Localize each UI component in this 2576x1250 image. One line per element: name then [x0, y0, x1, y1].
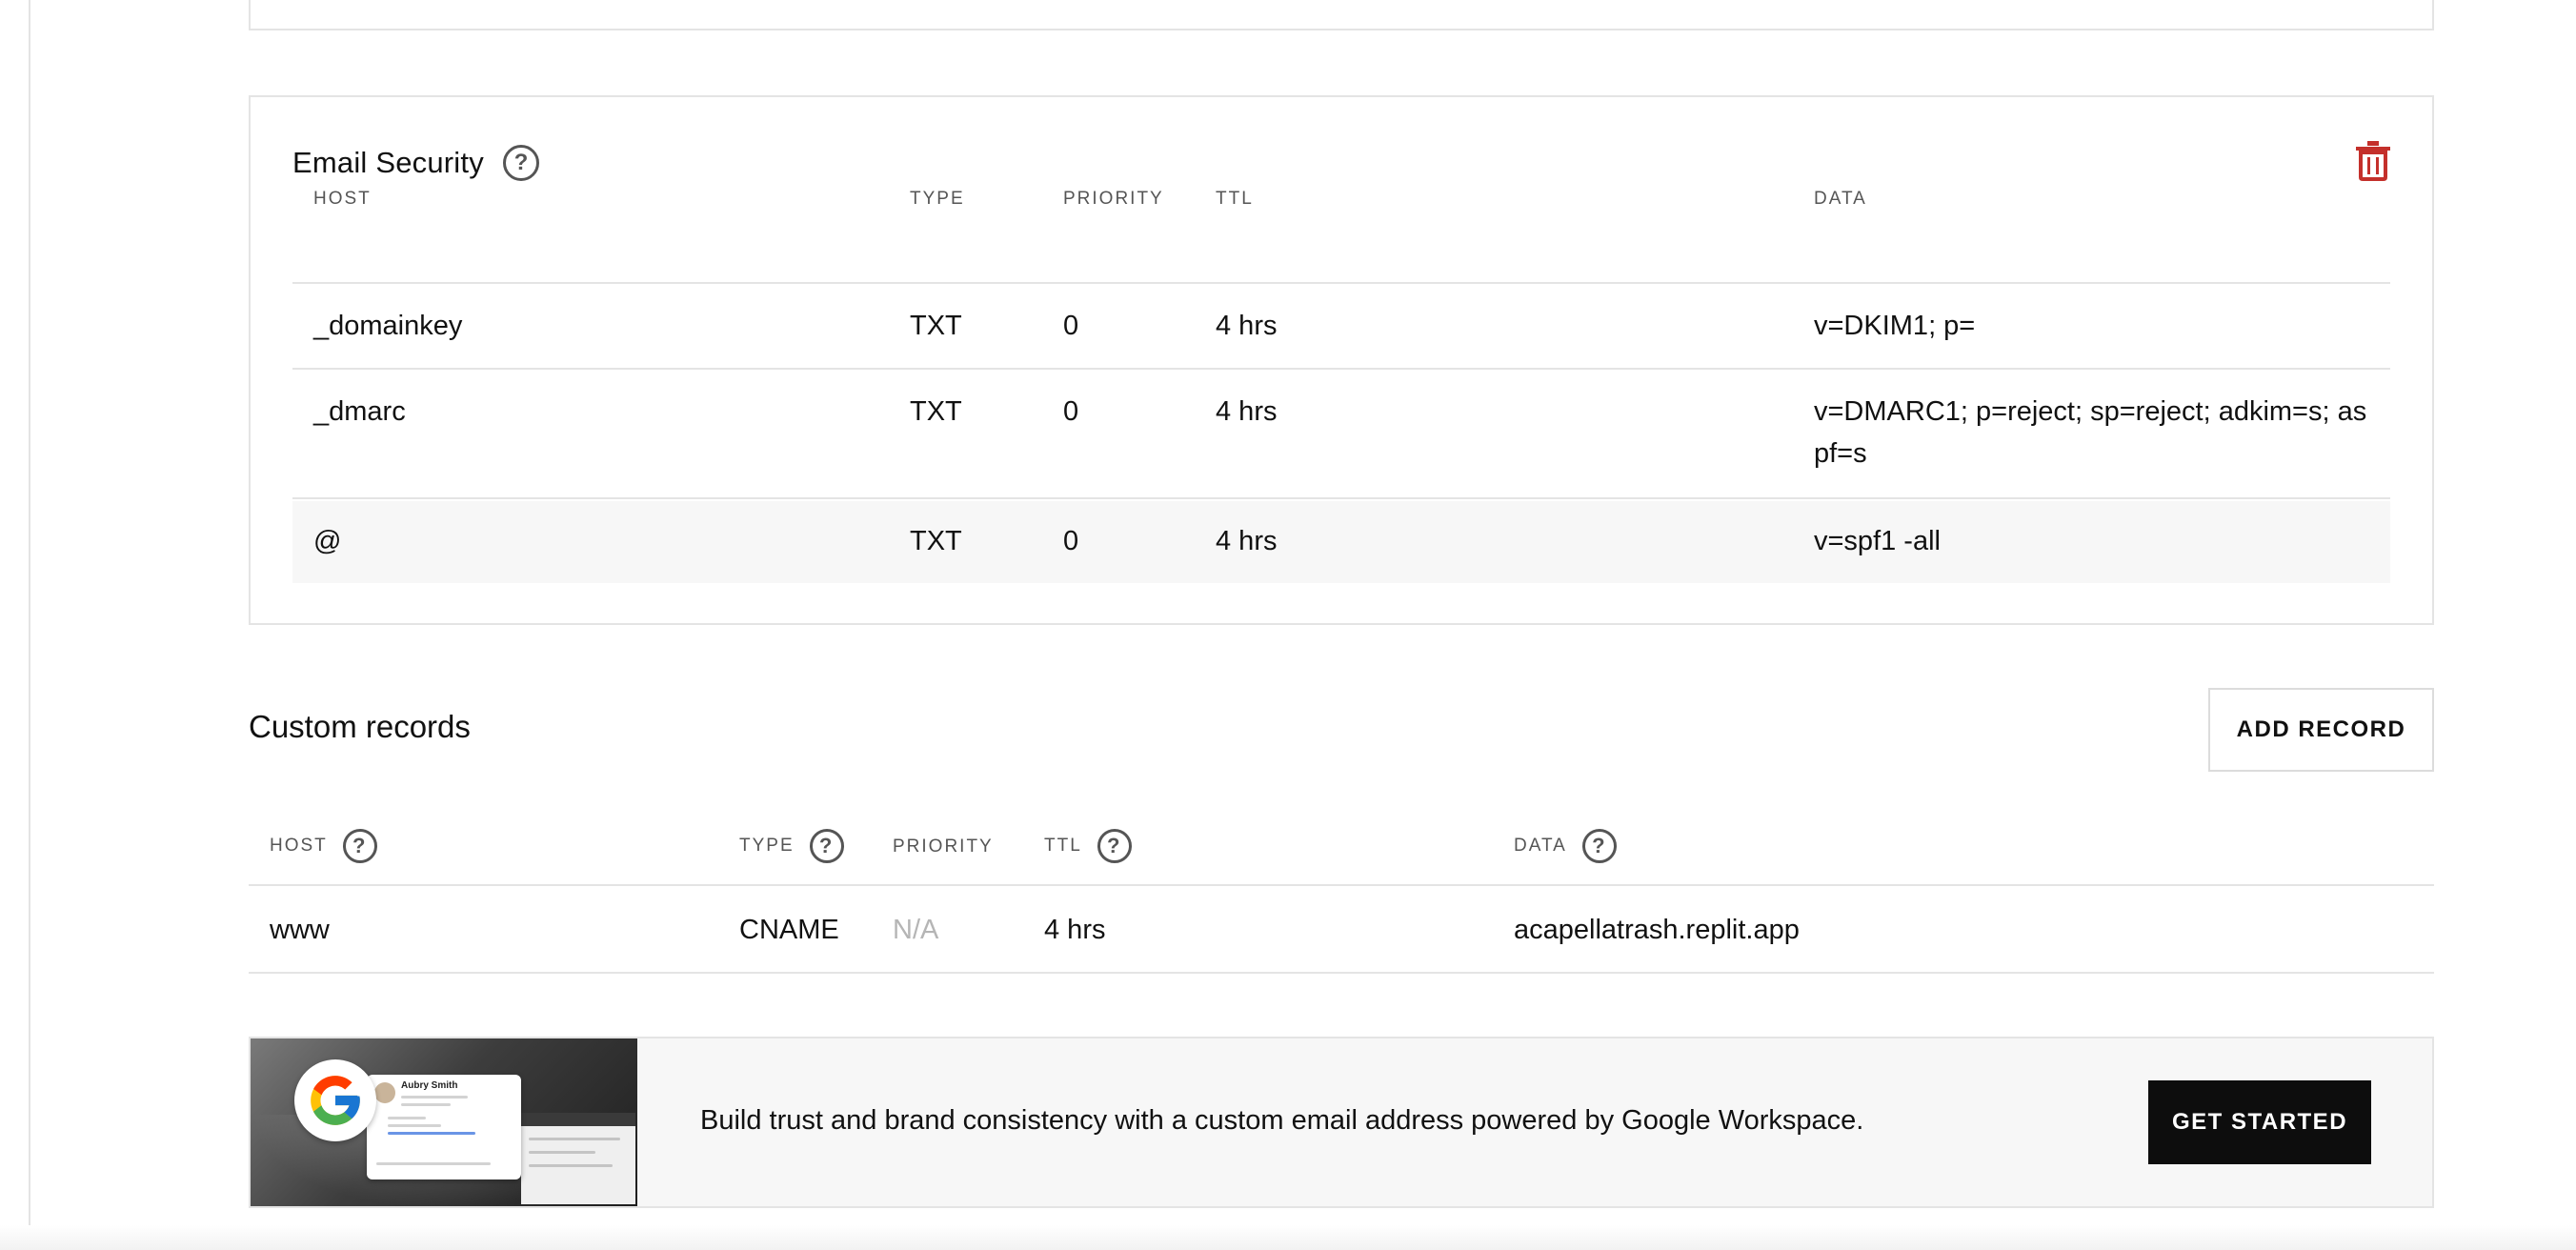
row-data: v=DKIM1; p= — [1814, 311, 1976, 341]
promo-contact-line — [401, 1103, 451, 1106]
google-g-logo — [294, 1059, 376, 1141]
promo-text: Build trust and brand consistency with a… — [700, 1105, 1864, 1136]
column-header-ttl-label: TTL — [1044, 836, 1082, 856]
google-g-icon — [311, 1076, 360, 1125]
row-data-line-1: v=DMARC1; p=reject; sp=reject; adkim=s; … — [1814, 396, 2367, 427]
custom-records-header: HOST ? TYPE ? PRIORITY TTL ? DATA ? — [249, 819, 2434, 886]
row-ttl: 4 hrs — [1216, 396, 1278, 427]
promo-contact-name: Aubry Smith — [401, 1080, 458, 1091]
promo-contact-links — [388, 1132, 475, 1135]
row-host: _dmarc — [313, 396, 406, 427]
email-security-header: Email Security ? — [292, 145, 539, 181]
column-header-priority: PRIORITY — [1063, 189, 1164, 209]
row-ttl: 4 hrs — [1216, 311, 1278, 341]
trash-icon[interactable] — [2354, 139, 2392, 181]
row-priority: 0 — [1063, 311, 1079, 341]
previous-card-bottom — [249, 0, 2434, 30]
column-header-priority-label: PRIORITY — [893, 837, 994, 857]
column-header-type: TYPE — [910, 189, 965, 209]
promo-mini-line — [529, 1164, 613, 1167]
row-host: @ — [313, 526, 342, 556]
help-icon[interactable]: ? — [502, 145, 539, 181]
column-header-ttl: TTL — [1216, 189, 1254, 209]
row-priority: 0 — [1063, 396, 1079, 427]
table-row: @ TXT 0 4 hrs v=spf1 -all — [292, 501, 2390, 583]
row-type: TXT — [910, 311, 962, 341]
row-type: TXT — [910, 526, 962, 556]
sidebar-edge — [0, 0, 30, 1250]
column-header-ttl: TTL ? — [1044, 829, 1132, 863]
row-host: _domainkey — [313, 311, 463, 341]
promo-mini-window — [521, 1113, 635, 1204]
column-header-priority: PRIORITY — [893, 837, 994, 857]
row-type: CNAME — [739, 915, 839, 945]
custom-records-title: Custom records — [249, 709, 471, 744]
column-header-data: DATA ? — [1514, 829, 1617, 863]
row-priority: N/A — [893, 915, 939, 945]
help-icon[interactable]: ? — [342, 829, 377, 863]
promo-mini-line — [529, 1138, 620, 1140]
email-security-title: Email Security — [292, 146, 484, 179]
promo-contact-line — [376, 1162, 491, 1165]
help-icon[interactable]: ? — [1097, 829, 1132, 863]
promo-image: Aubry Smith — [251, 1038, 637, 1206]
row-ttl: 4 hrs — [1216, 526, 1278, 556]
column-header-host-label: HOST — [270, 836, 328, 856]
row-priority: 0 — [1063, 526, 1079, 556]
help-icon[interactable]: ? — [809, 829, 844, 863]
google-workspace-promo: Aubry Smith Build trust and brand consis… — [249, 1037, 2434, 1208]
column-header-host: HOST ? — [270, 829, 377, 863]
row-type: TXT — [910, 396, 962, 427]
promo-contact-line — [388, 1117, 426, 1119]
column-header-type: TYPE ? — [739, 829, 844, 863]
row-host: www — [270, 915, 330, 945]
column-header-type-label: TYPE — [739, 836, 795, 856]
bottom-scroll-edge — [0, 1225, 2576, 1250]
email-security-card: Email Security ? HOST TYPE PRIORITY TTL … — [249, 95, 2434, 625]
row-data: acapellatrash.replit.app — [1514, 915, 1800, 945]
promo-mini-line — [529, 1151, 595, 1154]
row-ttl: 4 hrs — [1044, 915, 1106, 945]
table-row: _domainkey TXT 0 4 hrs v=DKIM1; p= — [292, 284, 2390, 370]
column-header-data-label: DATA — [1514, 836, 1567, 856]
table-row: _dmarc TXT 0 4 hrs v=DMARC1; p=reject; s… — [292, 372, 2390, 499]
column-header-data: DATA — [1814, 189, 1867, 209]
column-header-host: HOST — [313, 189, 372, 209]
avatar — [374, 1082, 395, 1103]
promo-contact-line — [388, 1124, 441, 1127]
add-record-button[interactable]: ADD RECORD — [2208, 688, 2434, 772]
promo-mini-window-bar — [521, 1113, 635, 1126]
help-icon[interactable]: ? — [1581, 829, 1617, 863]
promo-contact-card: Aubry Smith — [367, 1075, 521, 1179]
table-row[interactable]: www CNAME N/A 4 hrs acapellatrash.replit… — [249, 886, 2434, 974]
promo-contact-line — [401, 1096, 468, 1099]
row-data-line-2: pf=s — [1814, 438, 1867, 469]
get-started-button[interactable]: GET STARTED — [2148, 1080, 2371, 1164]
row-data: v=spf1 -all — [1814, 526, 1941, 556]
